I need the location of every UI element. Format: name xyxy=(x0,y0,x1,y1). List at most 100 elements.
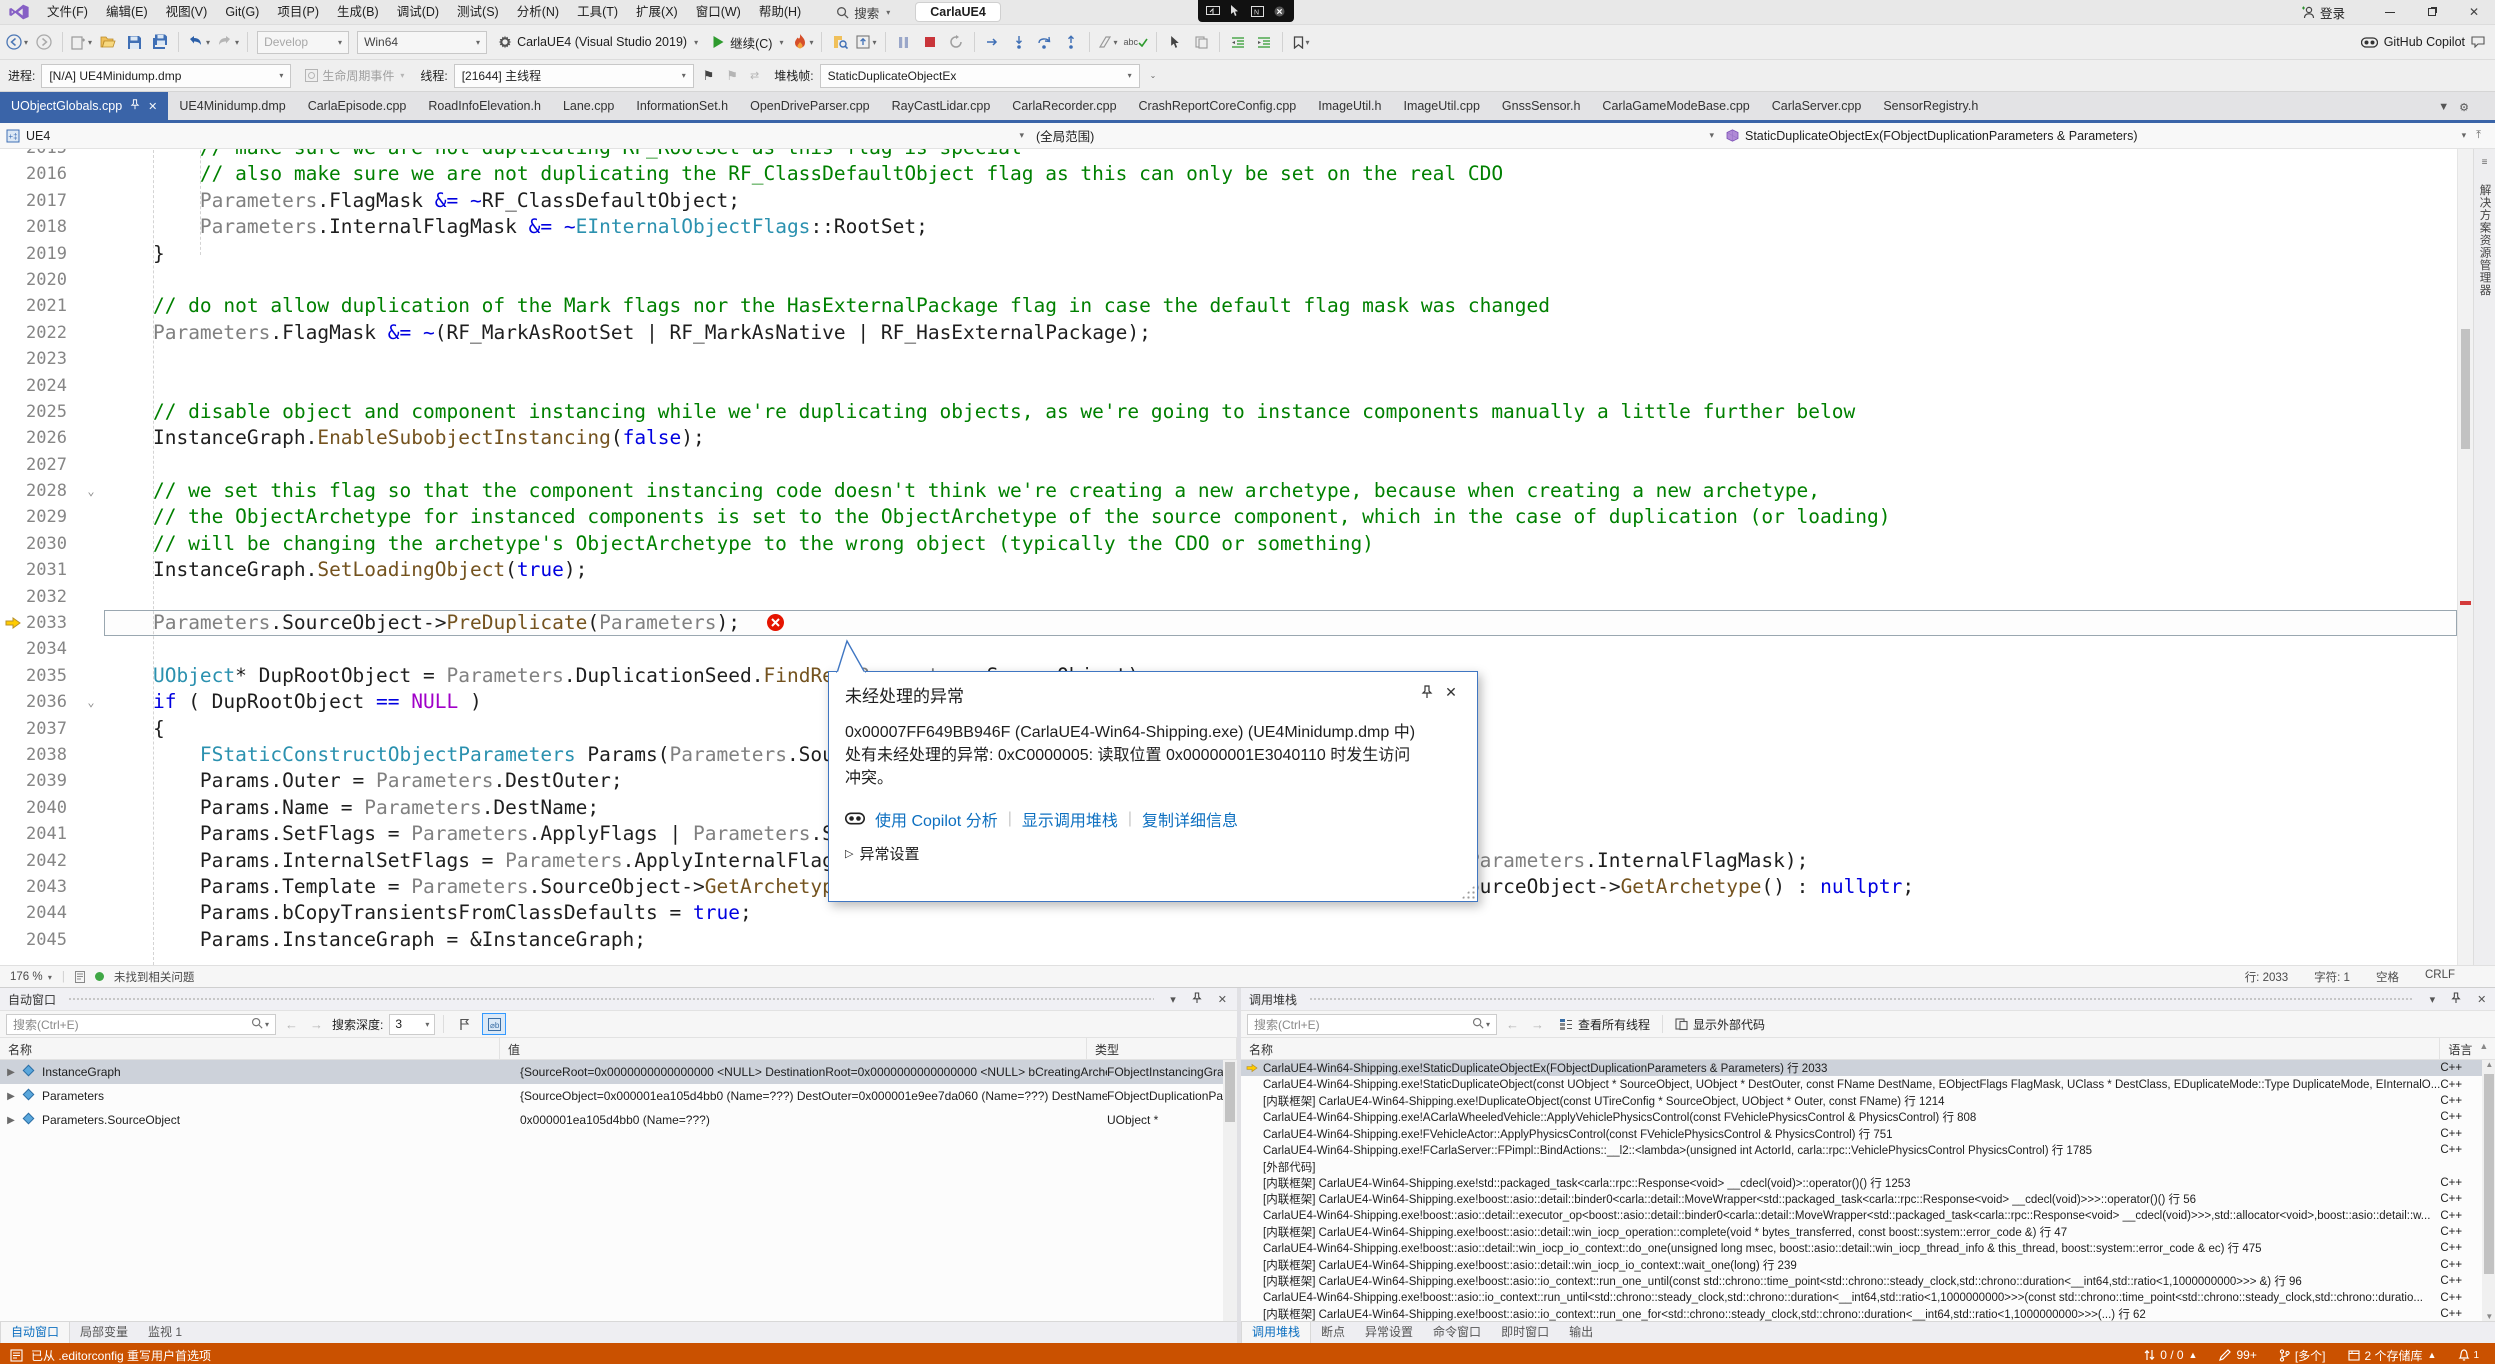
autos-row-Parameters.SourceObject[interactable]: ▶Parameters.SourceObject0x000001ea105d4b… xyxy=(0,1108,1237,1132)
new-project-button[interactable]: ▾ xyxy=(69,30,94,54)
panel-tab-输出[interactable]: 输出 xyxy=(1559,1322,1603,1344)
expander-icon[interactable]: ▶ xyxy=(0,1067,22,1078)
panel-tab-自动窗口[interactable]: 自动窗口 xyxy=(0,1322,70,1344)
copy-format-button[interactable] xyxy=(1189,30,1213,54)
show-call-stack-link[interactable]: 显示调用堆栈 xyxy=(1022,807,1118,831)
code-line-2025[interactable]: 2025 // disable object and component ins… xyxy=(0,399,2457,425)
close-icon[interactable]: ✕ xyxy=(1214,993,1231,1006)
code-line-2021[interactable]: 2021 // do not allow duplication of the … xyxy=(0,293,2457,319)
view-all-threads-button[interactable]: 查看所有线程 xyxy=(1553,1013,1656,1035)
menu-2[interactable]: 视图(V) xyxy=(157,0,217,24)
code-line-2028[interactable]: 2028⌄ // we set this flag so that the co… xyxy=(0,478,2457,504)
call-stack-frame-7[interactable]: [内联框架] CarlaUE4-Win64-Shipping.exe!std::… xyxy=(1241,1175,2495,1191)
title-search[interactable]: 搜索 ▾ xyxy=(836,3,890,22)
spell-check-button[interactable]: abc xyxy=(1122,30,1151,54)
code-editor[interactable]: 2015 // make sure we are not duplicating… xyxy=(0,149,2495,965)
breakpoint-margin[interactable] xyxy=(0,293,26,319)
breakpoint-margin[interactable] xyxy=(0,768,26,794)
call-stack-frame-4[interactable]: CarlaUE4-Win64-Shipping.exe!FVehicleActo… xyxy=(1241,1126,2495,1142)
tab-GnssSensor.h[interactable]: GnssSensor.h xyxy=(1491,92,1592,120)
editor-zoom-dropdown[interactable]: 176 % ▾ xyxy=(10,971,52,983)
analyze-with-copilot-link[interactable]: 使用 Copilot 分析 xyxy=(875,807,998,831)
tab-options-icon[interactable]: ⚙ xyxy=(2459,101,2469,114)
code-line-2017[interactable]: 2017 Parameters.FlagMask &= ~RF_ClassDef… xyxy=(0,188,2457,214)
tab-list-icon[interactable]: ▼ xyxy=(2438,101,2449,114)
expander-icon[interactable]: ▶ xyxy=(0,1115,22,1126)
notifications-bell-button[interactable]: 1 xyxy=(2458,1349,2479,1362)
split-window-icon[interactable]: ⤒ xyxy=(2476,129,2481,142)
menu-6[interactable]: 调试(D) xyxy=(388,0,448,24)
drag-grip[interactable] xyxy=(1309,997,2414,1002)
panel-tab-异常设置[interactable]: 异常设置 xyxy=(1355,1322,1423,1344)
hot-reload-button[interactable]: ▾ xyxy=(791,30,815,54)
process-dropdown[interactable]: [N/A] UE4Minidump.dmp▾ xyxy=(41,64,291,88)
breakpoint-margin[interactable] xyxy=(0,927,26,953)
step-out-button[interactable] xyxy=(1059,30,1083,54)
editor-vertical-scrollbar[interactable] xyxy=(2457,149,2473,965)
breakpoint-margin[interactable] xyxy=(0,689,26,715)
tab-SensorRegistry.h[interactable]: SensorRegistry.h xyxy=(1872,92,1989,120)
tab-ImageUtil.cpp[interactable]: ImageUtil.cpp xyxy=(1392,92,1490,120)
call-stack-scrollbar[interactable]: ▲ ▼ xyxy=(2482,1060,2495,1321)
save-button[interactable] xyxy=(122,30,146,54)
code-line-2027[interactable]: 2027 xyxy=(0,452,2457,478)
flag-unflag-icon[interactable]: ⚑ xyxy=(723,68,741,84)
close-window-button[interactable]: ✕ xyxy=(2453,0,2495,24)
toolbar-overflow-icon[interactable]: ⌄ xyxy=(1150,71,1157,80)
menu-9[interactable]: 工具(T) xyxy=(568,0,627,24)
call-stack-header[interactable]: 调用堆栈 ▾ ✕ xyxy=(1241,988,2495,1010)
code-line-2044[interactable]: 2044 Params.bCopyTransientsFromClassDefa… xyxy=(0,900,2457,926)
call-stack-frame-12[interactable]: [内联框架] CarlaUE4-Win64-Shipping.exe!boost… xyxy=(1241,1257,2495,1273)
minimize-button[interactable] xyxy=(2369,0,2411,24)
call-stack-frame-3[interactable]: CarlaUE4-Win64-Shipping.exe!ACarlaWheele… xyxy=(1241,1109,2495,1125)
toggle-flagged-icon[interactable]: ⇄ xyxy=(747,69,762,82)
breakpoint-margin[interactable] xyxy=(0,149,26,161)
code-line-2016[interactable]: 2016 // also make sure we are not duplic… xyxy=(0,161,2457,187)
toggle-upload-button[interactable]: ▾ xyxy=(854,30,878,54)
pin-icon[interactable] xyxy=(2447,992,2465,1007)
call-stack-search-input[interactable]: 搜索(Ctrl+E) ▾ xyxy=(1247,1014,1497,1035)
call-stack-frame-14[interactable]: CarlaUE4-Win64-Shipping.exe!boost::asio:… xyxy=(1241,1289,2495,1305)
panel-tab-命令窗口[interactable]: 命令窗口 xyxy=(1423,1322,1491,1344)
prev-result-icon[interactable]: ← xyxy=(282,1017,301,1032)
thread-dropdown[interactable]: [21644] 主线程▾ xyxy=(454,64,694,88)
code-line-2019[interactable]: 2019 } xyxy=(0,241,2457,267)
tab-RayCastLidar.cpp[interactable]: RayCastLidar.cpp xyxy=(881,92,1002,120)
close-icon[interactable]: ✕ xyxy=(2473,993,2490,1006)
find-in-files-button[interactable] xyxy=(828,30,852,54)
breadcrumb-scope-dropdown[interactable]: (全局范围) ▾ xyxy=(1030,123,1720,148)
step-over-button[interactable] xyxy=(1033,30,1057,54)
editor-status-item-3[interactable]: CRLF xyxy=(2425,969,2455,985)
call-stack-frame-2[interactable]: [内联框架] CarlaUE4-Win64-Shipping.exe!Dupli… xyxy=(1241,1093,2495,1109)
menu-1[interactable]: 编辑(E) xyxy=(97,0,157,24)
code-line-2015[interactable]: 2015 // make sure we are not duplicating… xyxy=(0,149,2457,161)
code-line-2032[interactable]: 2032 xyxy=(0,584,2457,610)
close-icon[interactable] xyxy=(1270,3,1288,19)
column-type[interactable]: 类型 xyxy=(1087,1038,1237,1059)
menu-4[interactable]: 项目(P) xyxy=(268,0,328,24)
autos-header[interactable]: 自动窗口 ▾ ✕ xyxy=(0,988,1237,1010)
breakpoint-margin[interactable] xyxy=(0,161,26,187)
menu-5[interactable]: 生成(B) xyxy=(328,0,388,24)
save-all-button[interactable] xyxy=(148,30,172,54)
menu-7[interactable]: 测试(S) xyxy=(448,0,508,24)
menu-3[interactable]: Git(G) xyxy=(216,0,268,24)
tab-Lane.cpp[interactable]: Lane.cpp xyxy=(552,92,625,120)
code-line-2034[interactable]: 2034 xyxy=(0,636,2457,662)
call-stack-frame-13[interactable]: [内联框架] CarlaUE4-Win64-Shipping.exe!boost… xyxy=(1241,1273,2495,1289)
call-stack-frame-15[interactable]: [内联框架] CarlaUE4-Win64-Shipping.exe!boost… xyxy=(1241,1306,2495,1321)
call-stack-frame-9[interactable]: CarlaUE4-Win64-Shipping.exe!boost::asio:… xyxy=(1241,1208,2495,1224)
breadcrumb-member-dropdown[interactable]: StaticDuplicateObjectEx(FObjectDuplicati… xyxy=(1720,123,2495,148)
resize-grip[interactable] xyxy=(1461,885,1475,899)
code-line-2029[interactable]: 2029 // the ObjectArchetype for instance… xyxy=(0,504,2457,530)
restore-button[interactable] xyxy=(2411,0,2453,24)
breakpoint-margin[interactable] xyxy=(0,584,26,610)
continue-button[interactable]: 继续(C)▾ xyxy=(706,33,789,52)
screen-share-icon[interactable] xyxy=(1204,3,1222,19)
exception-settings-expander[interactable]: ▷ 异常设置 xyxy=(845,843,1463,864)
breakpoint-margin[interactable] xyxy=(0,188,26,214)
startup-project-dropdown[interactable]: CarlaUE4 (Visual Studio 2019)▾ xyxy=(492,35,704,49)
editor-status-item-0[interactable]: 行: 2033 xyxy=(2245,969,2288,985)
tab-CarlaGameModeBase.cpp[interactable]: CarlaGameModeBase.cpp xyxy=(1591,92,1760,120)
tab-CarlaServer.cpp[interactable]: CarlaServer.cpp xyxy=(1761,92,1873,120)
